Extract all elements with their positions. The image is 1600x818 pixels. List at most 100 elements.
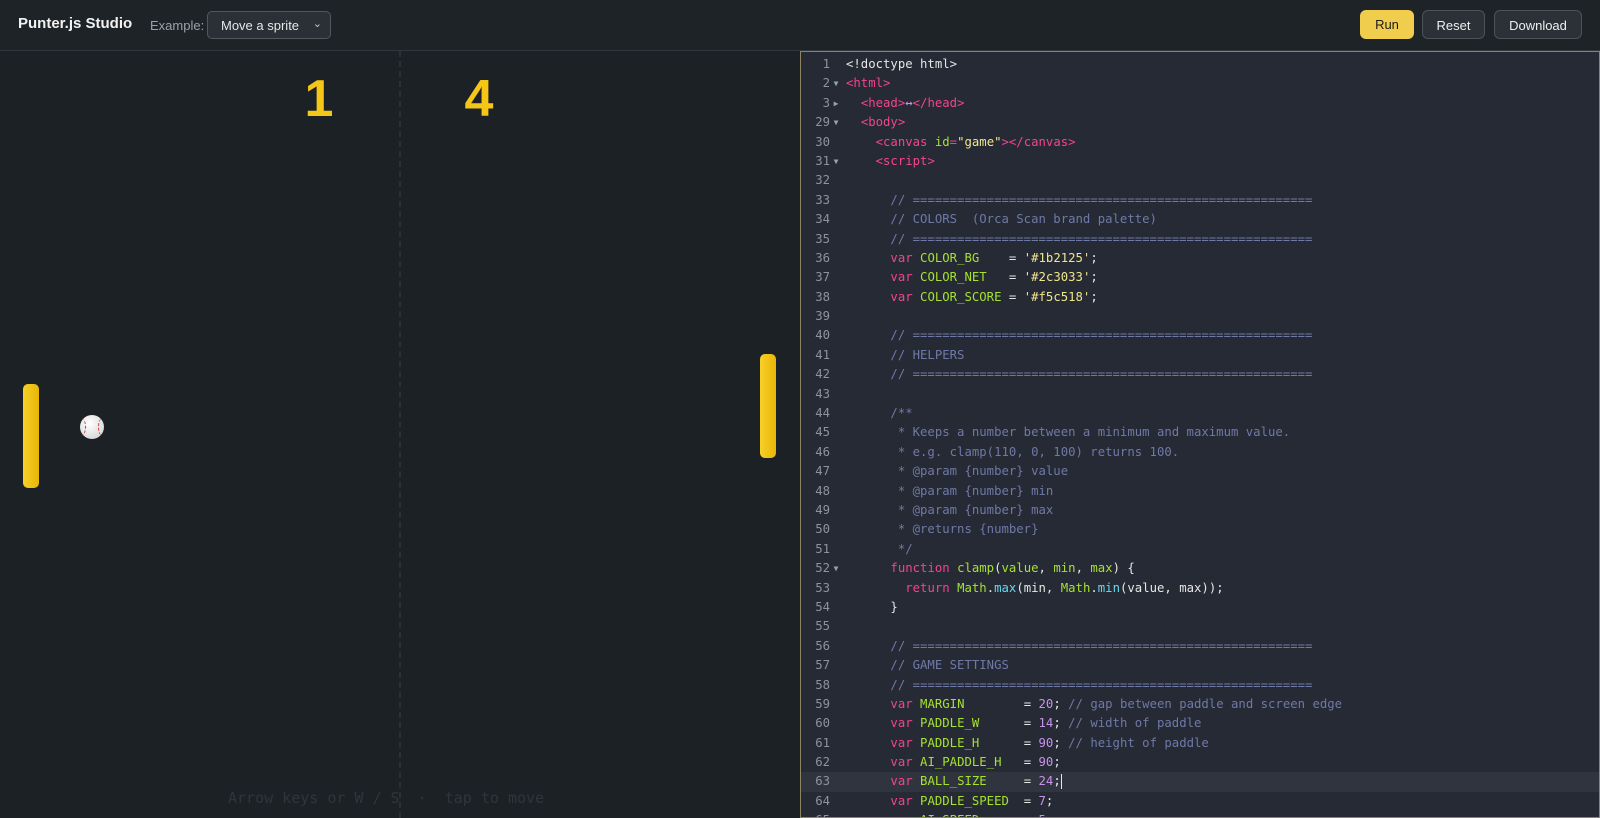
code-line[interactable]: 63 var BALL_SIZE = 24; <box>801 772 1599 792</box>
code-token: , <box>1075 561 1091 576</box>
code-line[interactable]: 30 <canvas id="game"></canvas> <box>801 133 1599 152</box>
code-token: ; <box>1090 289 1098 304</box>
code-token: MARGIN <box>920 696 965 711</box>
line-number: 33 <box>815 192 830 207</box>
code-token: . <box>986 580 995 595</box>
code-line[interactable]: 64 var PADDLE_SPEED = 7; <box>801 792 1599 811</box>
reset-button[interactable]: Reset <box>1422 10 1485 39</box>
line-text: var BALL_SIZE = 24; <box>846 772 1062 791</box>
code-token: value <box>1001 561 1039 576</box>
code-line[interactable]: 56 // ==================================… <box>801 637 1599 656</box>
line-text: return Math.max(min, Math.min(value, max… <box>846 579 1224 598</box>
code-token: // =====================================… <box>846 638 1313 653</box>
code-token: } <box>846 599 898 614</box>
code-line[interactable]: 36 var COLOR_BG = '#1b2125'; <box>801 249 1599 268</box>
example-select[interactable]: Move a sprite ⌄ <box>207 11 331 39</box>
code-token: (value, max)); <box>1119 580 1224 595</box>
line-number: 41 <box>815 347 830 362</box>
code-line[interactable]: 38 var COLOR_SCORE = '#f5c518'; <box>801 288 1599 307</box>
line-text: // HELPERS <box>846 346 964 365</box>
line-text: var MARGIN = 20; // gap between paddle a… <box>846 695 1342 714</box>
code-line[interactable]: 2 ▼ <html> <box>801 74 1599 93</box>
line-text: */ <box>846 540 913 559</box>
code-line[interactable]: 58 // ==================================… <box>801 676 1599 695</box>
code-line[interactable]: 60 var PADDLE_W = 14; // width of paddle <box>801 714 1599 733</box>
code-line[interactable]: 51 */ <box>801 540 1599 559</box>
line-text: var AI_SPEED = 5; <box>846 811 1053 817</box>
code-line[interactable]: 1 <!doctype html> <box>801 55 1599 74</box>
code-line[interactable]: 45 * Keeps a number between a minimum an… <box>801 423 1599 442</box>
fold-open-icon[interactable]: ▼ <box>831 74 841 93</box>
code-token: ; <box>1090 250 1098 265</box>
code-token: */ <box>846 541 913 556</box>
fold-open-icon[interactable]: ▼ <box>831 152 841 171</box>
code-line[interactable]: 47 * @param {number} value <box>801 462 1599 481</box>
text-cursor <box>1060 774 1062 790</box>
code-line[interactable]: 49 * @param {number} max <box>801 501 1599 520</box>
player-paddle <box>23 384 39 488</box>
code-line[interactable]: 33 // ==================================… <box>801 191 1599 210</box>
code-line[interactable]: 35 // ==================================… <box>801 230 1599 249</box>
code-line[interactable]: 39 <box>801 307 1599 326</box>
code-line[interactable]: 31 ▼ <script> <box>801 152 1599 171</box>
code-line[interactable]: 41 // HELPERS <box>801 346 1599 365</box>
fold-open-icon[interactable]: ▼ <box>831 559 841 578</box>
code-token: // =====================================… <box>846 231 1313 246</box>
code-line[interactable]: 50 * @returns {number} <box>801 520 1599 539</box>
code-token: "game" <box>957 134 1002 149</box>
line-number: 29 <box>815 115 830 130</box>
code-token: * Keeps a number between a minimum and m… <box>846 425 1291 440</box>
code-token: var <box>890 793 921 808</box>
line-number: 51 <box>815 541 830 556</box>
line-number: 43 <box>815 386 830 401</box>
example-select-value: Move a sprite <box>221 18 300 33</box>
line-text: * @param {number} max <box>846 501 1053 520</box>
code-line[interactable]: 37 var COLOR_NET = '#2c3033'; <box>801 268 1599 287</box>
code-token: PADDLE_W <box>920 716 980 731</box>
code-line[interactable]: 61 var PADDLE_H = 90; // height of paddl… <box>801 734 1599 753</box>
line-number: 52 <box>815 561 830 576</box>
code-line[interactable]: 52 ▼ function clamp(value, min, max) { <box>801 559 1599 578</box>
line-text: // =====================================… <box>846 676 1312 695</box>
code-line[interactable]: 42 // ==================================… <box>801 365 1599 384</box>
line-text: * @param {number} min <box>846 482 1053 501</box>
code-line[interactable]: 43 <box>801 385 1599 404</box>
code-line[interactable]: 3 ▶ <head>↔</head> <box>801 94 1599 113</box>
line-text: // =====================================… <box>846 230 1312 249</box>
code-line[interactable]: 65 var AI_SPEED = 5; <box>801 811 1599 817</box>
code-token: * @returns {number} <box>846 522 1039 537</box>
fold-closed-icon[interactable]: ▶ <box>831 94 841 113</box>
code-token: ; <box>1046 813 1053 817</box>
download-button[interactable]: Download <box>1494 10 1582 39</box>
code-token: ( <box>994 561 1002 576</box>
line-text: var PADDLE_W = 14; // width of paddle <box>846 714 1201 733</box>
code-line[interactable]: 44 /** <box>801 404 1599 423</box>
code-line[interactable]: 53 return Math.max(min, Math.min(value, … <box>801 579 1599 598</box>
code-line[interactable]: 62 var AI_PADDLE_H = 90; <box>801 753 1599 772</box>
line-text: * Keeps a number between a minimum and m… <box>846 423 1290 442</box>
code-token: // gap between paddle and screen edge <box>1068 696 1343 711</box>
code-editor[interactable]: 1 <!doctype html> 2 ▼ <html> 3 ▶ <head>↔</head… <box>800 51 1600 818</box>
code-token: </head> <box>912 95 965 110</box>
code-token: ; <box>1053 716 1069 731</box>
code-line[interactable]: 54 } <box>801 598 1599 617</box>
code-token: /** <box>846 406 913 421</box>
code-line[interactable]: 34 // COLORS (Orca Scan brand palette) <box>801 210 1599 229</box>
code-line[interactable]: 57 // GAME SETTINGS <box>801 656 1599 675</box>
code-line[interactable]: 59 var MARGIN = 20; // gap between paddl… <box>801 695 1599 714</box>
run-button[interactable]: Run <box>1360 10 1414 39</box>
code-line[interactable]: 48 * @param {number} min <box>801 482 1599 501</box>
top-bar: Punter.js Studio Example: Move a sprite … <box>0 0 1600 51</box>
code-line[interactable]: 32 <box>801 171 1599 190</box>
code-line[interactable]: 46 * e.g. clamp(110, 0, 100) returns 100… <box>801 443 1599 462</box>
fold-open-icon[interactable]: ▼ <box>831 113 841 132</box>
code-line[interactable]: 40 // ==================================… <box>801 326 1599 345</box>
code-token: AI_SPEED <box>920 813 979 817</box>
code-line[interactable]: 29 ▼ <body> <box>801 113 1599 132</box>
game-canvas[interactable]: 1 4 Arrow keys or W / S · tap to move <box>0 51 799 818</box>
code-line[interactable]: 55 <box>801 617 1599 636</box>
